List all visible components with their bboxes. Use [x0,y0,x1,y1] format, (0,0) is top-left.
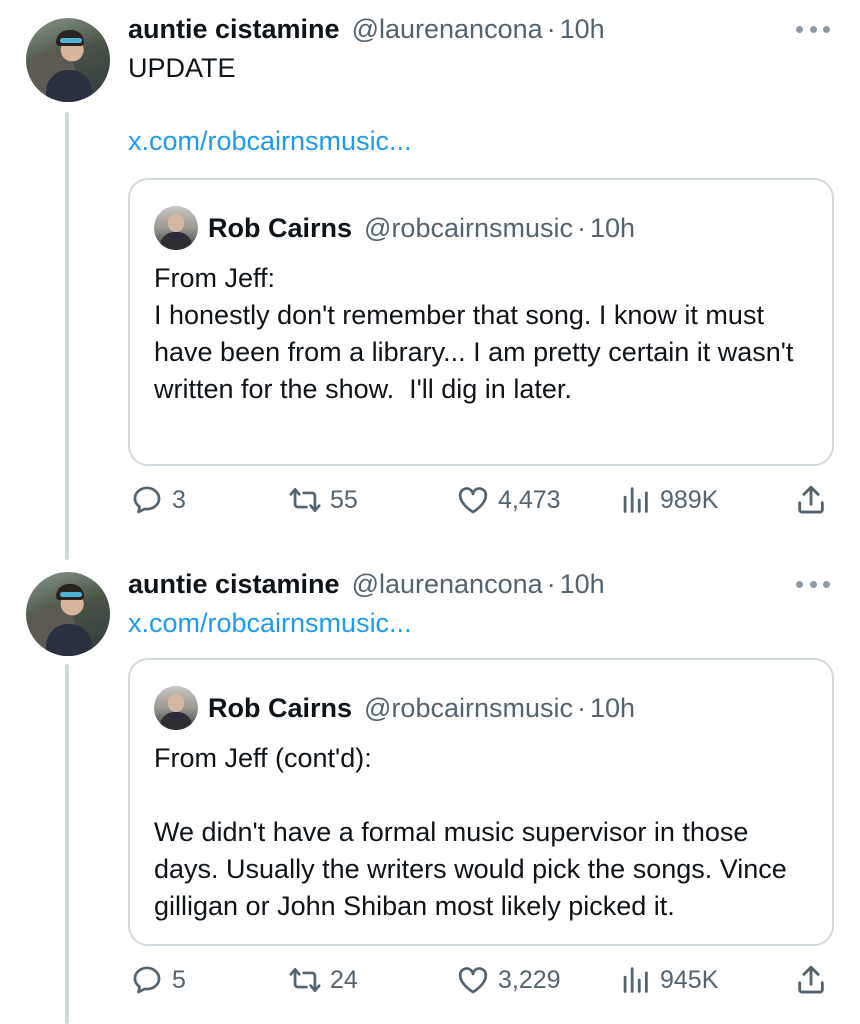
separator: · [546,568,556,599]
more-icon[interactable] [796,574,830,594]
more-icon[interactable] [796,19,830,39]
like-count: 4,473 [498,485,561,514]
timestamp[interactable]: 10h [560,569,605,600]
timestamp[interactable]: 10h [560,14,605,45]
quote-header: Rob Cairns @robcairnsmusic · 10h [154,206,635,250]
separator: · [577,212,586,243]
heart-icon [458,967,488,994]
post-header: auntie cistamine @laurenancona · 10h [128,567,605,601]
quote-avatar[interactable] [154,206,198,250]
quote-author-handle: @robcairnsmusic [364,692,573,723]
quoted-post[interactable]: Rob Cairns @robcairnsmusic · 10h From Je… [128,658,834,946]
views-icon [623,487,648,513]
author-handle[interactable]: @laurenancona [352,14,543,45]
share-icon [798,965,824,994]
quote-author-handle: @robcairnsmusic [364,212,573,243]
reply-icon [133,486,161,514]
views-icon [623,967,648,993]
repost-button[interactable]: 55 [288,480,358,520]
views-count: 989K [660,485,719,514]
share-button[interactable] [794,480,828,520]
separator: · [577,692,586,723]
quote-text: From Jeff (cont'd): We didn't have a for… [154,743,787,921]
quote-avatar[interactable] [154,686,198,730]
author-name[interactable]: auntie cistamine [128,569,340,600]
like-button[interactable]: 4,473 [456,480,561,520]
repost-button[interactable]: 24 [288,960,358,1000]
action-bar: 5 24 3,229 945K [128,960,834,1000]
reply-count: 3 [172,485,186,514]
quote-text: From Jeff: I honestly don't remember tha… [154,263,794,404]
author-name[interactable]: auntie cistamine [128,14,340,45]
reply-count: 5 [172,965,186,994]
quote-author-name: Rob Cairns [208,692,353,723]
reply-icon [133,966,161,994]
like-count: 3,229 [498,965,561,994]
action-bar: 3 55 4,473 989K [128,480,834,520]
like-button[interactable]: 3,229 [456,960,561,1000]
share-button[interactable] [794,960,828,1000]
quoted-post[interactable]: Rob Cairns @robcairnsmusic · 10h From Je… [128,178,834,466]
views-button[interactable]: 989K [618,480,718,520]
thread-line [65,664,69,1024]
views-button[interactable]: 945K [618,960,718,1000]
post-header: auntie cistamine @laurenancona · 10h [128,12,605,46]
post-link[interactable]: x.com/robcairnsmusic... [128,126,412,157]
repost-icon [289,968,321,992]
thread-line [65,112,69,560]
heart-icon [458,487,488,514]
share-icon [798,485,824,514]
avatar[interactable] [26,572,110,656]
post-text: UPDATE [128,53,236,83]
post-link[interactable]: x.com/robcairnsmusic... [128,608,412,639]
repost-count: 24 [330,965,358,994]
repost-icon [289,488,321,512]
views-count: 945K [660,965,719,994]
separator: · [546,13,556,44]
reply-button[interactable]: 5 [130,960,186,1000]
reply-button[interactable]: 3 [130,480,186,520]
author-handle[interactable]: @laurenancona [352,569,543,600]
quote-author-name: Rob Cairns [208,212,353,243]
repost-count: 55 [330,485,358,514]
quote-header: Rob Cairns @robcairnsmusic · 10h [154,686,635,730]
quote-timestamp: 10h [590,692,636,723]
quote-timestamp: 10h [590,212,636,243]
avatar[interactable] [26,18,110,102]
